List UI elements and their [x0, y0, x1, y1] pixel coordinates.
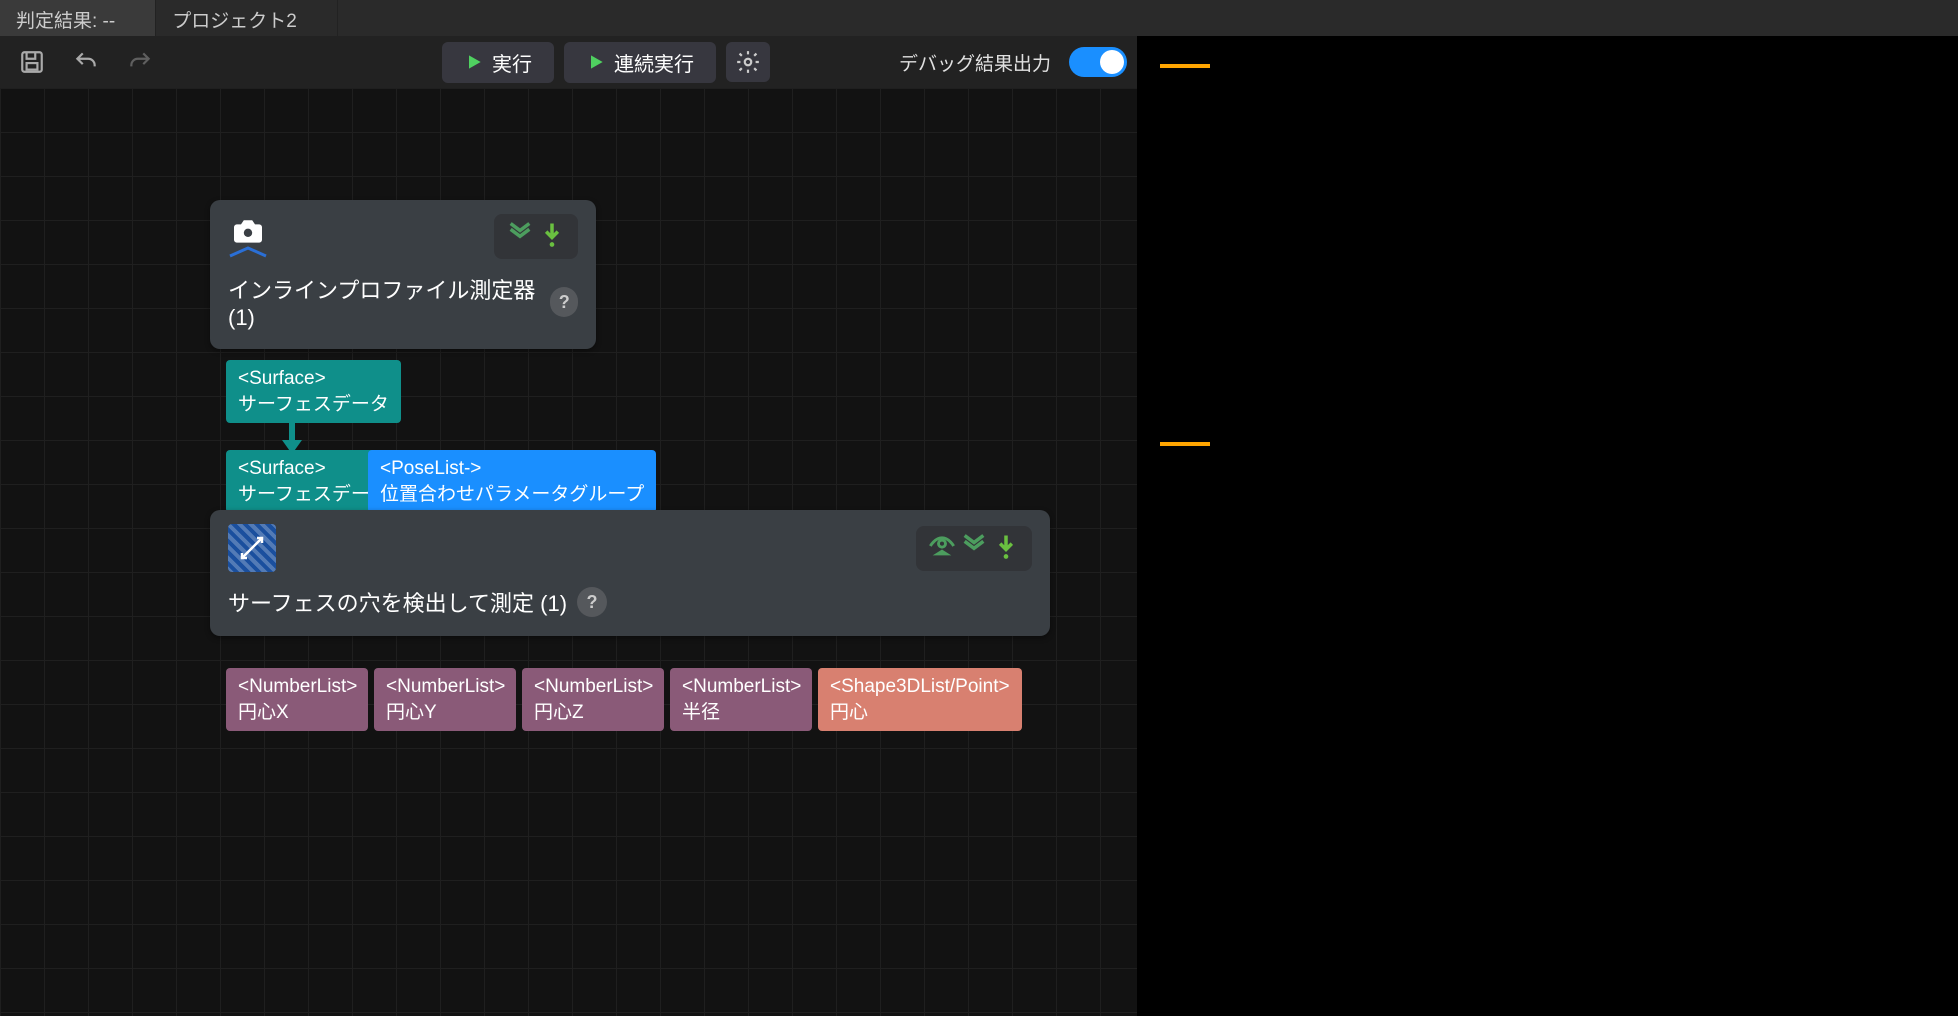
port-surface-out[interactable]: <Surface> サーフェスデータ: [226, 360, 401, 423]
node-header: [210, 200, 596, 267]
port-type: <NumberList>: [534, 674, 652, 700]
collapse-icon[interactable]: [506, 220, 534, 253]
continuous-run-button[interactable]: 連続実行: [564, 42, 716, 83]
preview-icon[interactable]: [928, 532, 956, 565]
tab-result[interactable]: 判定結果: --: [0, 0, 156, 36]
run-label: 実行: [492, 48, 532, 77]
node-detect-holes[interactable]: サーフェスの穴を検出して測定 (1) ?: [210, 510, 1050, 636]
node-header: [210, 510, 1050, 580]
tab-project[interactable]: プロジェクト2: [156, 0, 338, 36]
port-name: 円心: [830, 700, 1010, 726]
node-title: サーフェスの穴を検出して測定 (1): [228, 586, 567, 618]
port-name: サーフェスデータ: [238, 482, 389, 508]
toggle-knob: [1100, 50, 1124, 74]
toolbar: 実行 連続実行 デバッグ結果出力: [0, 36, 1137, 88]
port-type: <Shape3DList/Point>: [830, 674, 1010, 700]
undo-button[interactable]: [64, 42, 108, 82]
port-name: サーフェスデータ: [238, 392, 389, 418]
collapse-icon[interactable]: [960, 532, 988, 565]
save-button[interactable]: [10, 42, 54, 82]
port-radius[interactable]: <NumberList> 半径: [670, 668, 812, 731]
debug-output-toggle[interactable]: [1069, 47, 1127, 77]
node-title-row: サーフェスの穴を検出して測定 (1) ?: [210, 580, 1050, 636]
port-name: 円心X: [238, 700, 356, 726]
camera-icon: [228, 216, 268, 258]
port-type: <NumberList>: [238, 674, 356, 700]
tab-bar: 判定結果: -- プロジェクト2: [0, 0, 1958, 36]
help-icon[interactable]: ?: [550, 287, 578, 317]
port-center-point[interactable]: <Shape3DList/Point> 円心: [818, 668, 1022, 731]
port-name: 円心Y: [386, 700, 504, 726]
graph-canvas[interactable]: インラインプロファイル測定器 (1) ? <Surface> サーフェスデータ …: [0, 88, 1137, 1016]
port-name: 半径: [682, 700, 800, 726]
port-name: 位置合わせパラメータグループ: [380, 482, 644, 508]
port-type: <Surface>: [238, 366, 389, 392]
annotation-highlight: [1160, 64, 1210, 68]
continuous-run-label: 連続実行: [614, 48, 694, 77]
node-inline-profiler[interactable]: インラインプロファイル測定器 (1) ?: [210, 200, 596, 349]
node-actions: [494, 214, 578, 259]
node-title: インラインプロファイル測定器 (1): [228, 273, 540, 331]
debug-output-label: デバッグ結果出力: [899, 49, 1051, 76]
port-type: <PoseList->: [380, 456, 644, 482]
help-icon[interactable]: ?: [577, 587, 607, 617]
port-type: <Surface>: [238, 456, 389, 482]
node-title-row: インラインプロファイル測定器 (1) ?: [210, 267, 596, 349]
redo-button[interactable]: [118, 42, 162, 82]
port-type: <NumberList>: [386, 674, 504, 700]
download-icon[interactable]: [538, 220, 566, 253]
port-type: <NumberList>: [682, 674, 800, 700]
port-center-y[interactable]: <NumberList> 円心Y: [374, 668, 516, 731]
node-actions: [916, 526, 1032, 571]
port-poselist-in[interactable]: <PoseList-> 位置合わせパラメータグループ: [368, 450, 656, 513]
port-center-z[interactable]: <NumberList> 円心Z: [522, 668, 664, 731]
settings-button[interactable]: [726, 42, 770, 82]
run-button[interactable]: 実行: [442, 42, 554, 83]
surface-icon: [228, 524, 276, 572]
port-name: 円心Z: [534, 700, 652, 726]
port-center-x[interactable]: <NumberList> 円心X: [226, 668, 368, 731]
annotation-highlight: [1160, 442, 1210, 446]
download-icon[interactable]: [992, 532, 1020, 565]
